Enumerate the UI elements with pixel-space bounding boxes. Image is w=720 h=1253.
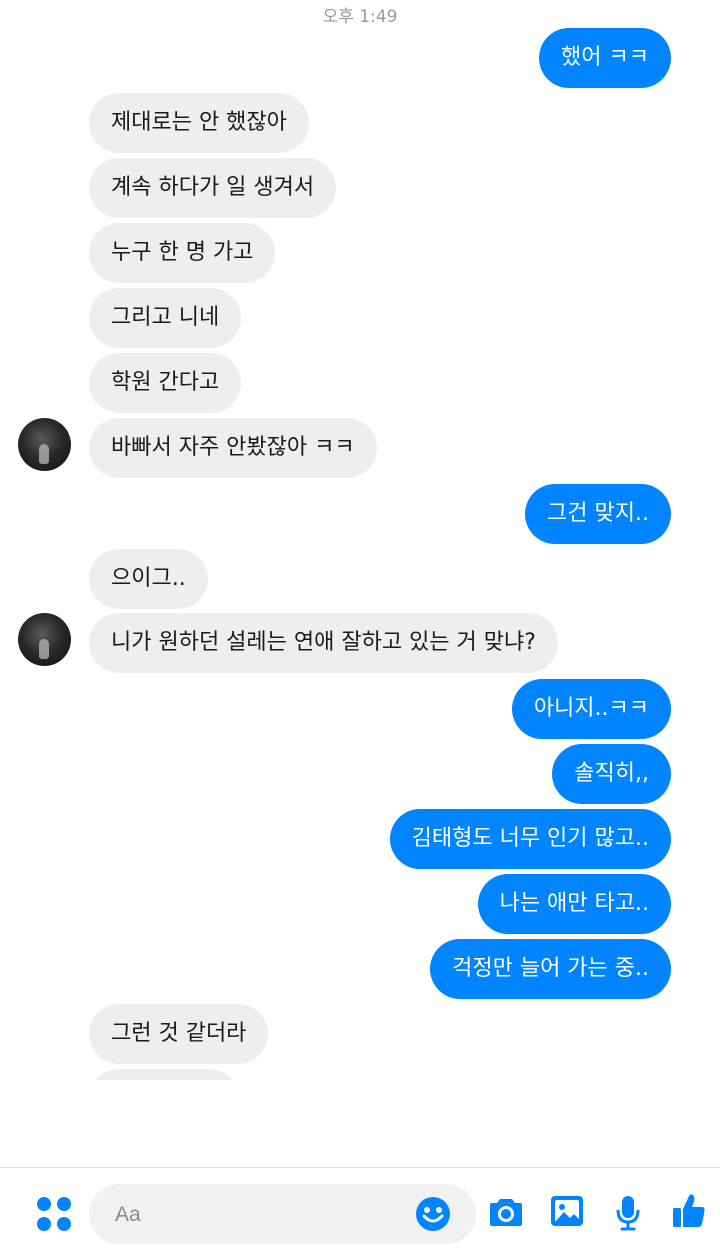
message-bubble-incoming[interactable]: 그리고 니네 xyxy=(89,288,242,348)
message-bubble-incoming[interactable]: 누구 한 명 가고 xyxy=(89,223,276,283)
image-icon[interactable] xyxy=(550,1195,584,1227)
message-composer xyxy=(0,1167,720,1253)
message-bubble-outgoing[interactable]: 나는 애만 타고.. xyxy=(477,874,671,934)
camera-icon[interactable] xyxy=(489,1197,523,1227)
partial-message-bubble xyxy=(89,1069,239,1080)
message-bubble-incoming[interactable]: 제대로는 안 했잖아 xyxy=(89,93,309,153)
message-timestamp: 오후 1:49 xyxy=(322,7,398,27)
message-bubble-outgoing[interactable]: 걱정만 늘어 가는 중.. xyxy=(430,939,671,999)
message-input-container[interactable] xyxy=(89,1184,476,1246)
emoji-icon[interactable] xyxy=(415,1196,451,1232)
microphone-icon[interactable] xyxy=(615,1195,641,1231)
message-bubble-outgoing[interactable]: 했어 ㅋㅋ xyxy=(539,28,671,88)
message-bubble-incoming[interactable]: 바빠서 자주 안봤잖아 ㅋㅋ xyxy=(89,418,377,478)
message-input[interactable] xyxy=(113,1184,407,1246)
messenger-chat-screen: 오후 1:49 했어 ㅋㅋ 제대로는 안 했잖아 계속 하다가 일 생겨서 누구… xyxy=(0,0,720,1253)
contact-avatar[interactable] xyxy=(18,418,71,471)
message-list[interactable]: 오후 1:49 했어 ㅋㅋ 제대로는 안 했잖아 계속 하다가 일 생겨서 누구… xyxy=(0,0,720,1080)
message-bubble-incoming[interactable]: 그런 것 같더라 xyxy=(89,1004,269,1064)
message-bubble-incoming[interactable]: 으이그.. xyxy=(89,549,208,609)
message-bubble-incoming[interactable]: 학원 간다고 xyxy=(89,353,242,413)
message-bubble-outgoing[interactable]: 아니지..ㅋㅋ xyxy=(511,679,671,739)
message-bubble-incoming[interactable]: 계속 하다가 일 생겨서 xyxy=(89,158,337,218)
message-bubble-outgoing[interactable]: 김태형도 너무 인기 많고.. xyxy=(389,809,671,869)
message-bubble-outgoing[interactable]: 그건 맞지.. xyxy=(525,484,671,544)
thumbs-up-icon[interactable] xyxy=(672,1193,706,1229)
message-bubble-incoming[interactable]: 니가 원하던 설레는 연애 잘하고 있는 거 맞냐? xyxy=(89,613,558,673)
contact-avatar[interactable] xyxy=(18,613,71,666)
message-bubble-outgoing[interactable]: 솔직히,, xyxy=(552,744,671,804)
apps-icon[interactable] xyxy=(36,1196,72,1232)
